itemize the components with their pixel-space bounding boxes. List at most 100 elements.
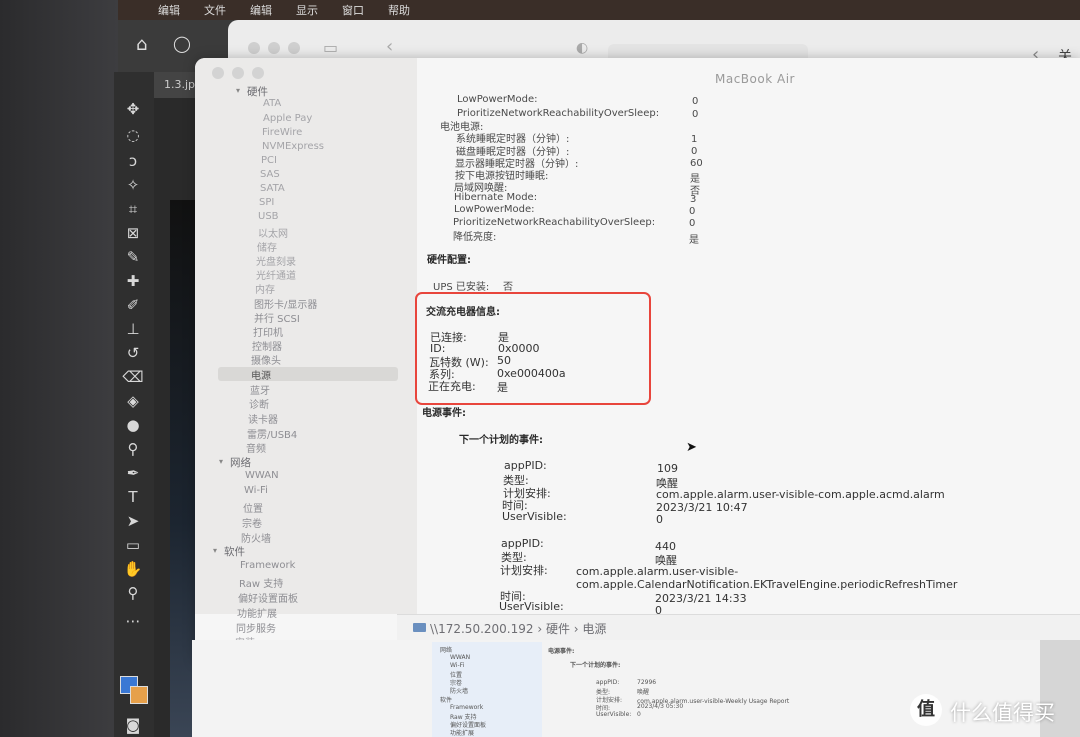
menu-item[interactable]: 帮助 [388,2,410,18]
setting-value: 0 [691,146,698,157]
menu-item[interactable]: 文件 [204,2,226,18]
sidebar-category-software[interactable]: 软件 [224,544,245,559]
history-brush-icon[interactable]: ↺ [122,344,144,362]
lasso-tool-icon[interactable]: ↄ [122,152,144,170]
sidebar-item[interactable]: FireWire [262,127,302,138]
sidebar-item[interactable]: NVMExpress [262,141,324,152]
menu-item[interactable]: 编辑 [158,2,180,18]
background-color-swatch[interactable] [130,686,148,704]
sidebar-item[interactable]: PCI [261,155,277,166]
event-value: 2023/3/21 14:33 [655,592,747,605]
sidebar-item[interactable]: 摄像头 [251,352,281,367]
zoom-icon[interactable] [288,42,300,54]
zoom-tool-icon[interactable]: ⚲ [122,584,144,602]
frame-tool-icon[interactable]: ⊠ [122,224,144,242]
home-icon[interactable]: ⌂ [136,34,147,55]
quick-mask-icon[interactable]: ◙ [122,716,144,734]
sidebar-item[interactable]: 读卡器 [248,411,278,426]
sidebar-item[interactable]: 储存 [257,239,277,254]
disclosure-triangle-icon[interactable]: ▾ [219,457,223,466]
sidebar-item[interactable]: 雷雳/USB4 [247,426,297,441]
sidebar-item[interactable]: 打印机 [253,324,283,339]
back-arrow-icon[interactable]: ‹ [386,36,393,57]
sidebar-toggle-icon[interactable]: ▭ [323,38,338,57]
close-button[interactable] [212,67,224,79]
sidebar-item[interactable]: Framework [240,560,295,571]
bucket-icon[interactable]: ◈ [122,392,144,410]
sidebar-item[interactable]: 控制器 [252,338,282,353]
sidebar-item[interactable]: Wi-Fi [244,485,268,496]
sidebar-item[interactable]: 功能扩展 [237,605,277,620]
menu-item[interactable]: 窗口 [342,2,364,18]
event-value: com.apple.alarm.user-visible-com.apple.a… [656,488,945,501]
event-value: 2023/3/21 10:47 [656,501,748,514]
rectangle-tool-icon[interactable]: ▭ [122,536,144,554]
sidebar-item[interactable]: 诊断 [249,396,269,411]
sidebar-item[interactable]: 光盘刻录 [256,253,296,268]
sidebar-item[interactable]: 音频 [246,440,266,455]
setting-label: Hibernate Mode: [454,192,538,203]
sidebar-item[interactable]: SATA [260,183,285,194]
setting-value: 0 [692,96,699,107]
computer-icon [413,623,426,632]
photoshop-menubar: 编辑 文件 编辑 显示 窗口 帮助 [118,0,1080,20]
sidebar-item[interactable]: 蓝牙 [250,382,270,397]
sidebar-item-selected[interactable]: 电源 [251,367,271,382]
setting-value: 3 [690,194,697,205]
sidebar-item[interactable]: 偏好设置面板 [238,590,298,605]
disclosure-triangle-icon[interactable]: ▾ [236,86,240,95]
hand-tool-icon[interactable]: ✋ [122,560,144,578]
sidebar-item[interactable]: Apple Pay [263,113,312,124]
sidebar-category-network[interactable]: 网络 [230,455,251,470]
sidebar-item[interactable]: 内存 [255,281,275,296]
more-tools-icon[interactable]: ⋯ [122,612,144,630]
sidebar-item[interactable]: WWAN [245,470,279,481]
minimize-icon[interactable] [268,42,280,54]
eraser-icon[interactable]: ⌫ [122,368,144,386]
dodge-tool-icon[interactable]: ⚲ [122,440,144,458]
setting-label: UPS 已安装: [433,282,490,293]
sidebar-item[interactable]: SAS [260,169,280,180]
sidebar-item[interactable]: USB [258,211,279,222]
disclosure-triangle-icon[interactable]: ▾ [213,546,217,555]
section-header: 下一个计划的事件: [459,435,543,446]
sidebar-item[interactable]: 图形卡/显示器 [254,296,317,311]
shield-icon: ◐ [576,40,589,56]
marquee-tool-icon[interactable]: ◌ [122,126,144,144]
path-breadcrumb[interactable]: \\172.50.200.192 › 硬件 › 电源 [430,620,606,637]
menu-item[interactable]: 编辑 [250,2,272,18]
sidebar-item[interactable]: 宗卷 [242,515,262,530]
magic-wand-icon[interactable]: ✧ [122,176,144,194]
eyedropper-icon[interactable]: ✎ [122,248,144,266]
close-icon[interactable] [248,42,260,54]
brush-tool-icon[interactable]: ✐ [122,296,144,314]
setting-value: 是 [689,235,699,246]
sidebar-item[interactable]: ATA [263,98,281,109]
menu-item[interactable]: 显示 [296,2,318,18]
sidebar-item[interactable]: 防火墙 [241,530,271,545]
type-tool-icon[interactable]: T [122,488,144,506]
setting-value: 60 [690,158,703,169]
sidebar-item[interactable]: 位置 [243,500,263,515]
sidebar-item[interactable]: Raw 支持 [239,575,283,590]
sidebar-item[interactable]: SPI [259,197,274,208]
crop-tool-icon[interactable]: ⌗ [122,200,144,218]
sidebar-category-hardware[interactable]: 硬件 [247,84,268,99]
sidebar-selection-highlight [218,367,398,381]
minimize-button[interactable] [232,67,244,79]
healing-brush-icon[interactable]: ✚ [122,272,144,290]
reflected-sidebar-item: 网络 [440,647,453,654]
pen-tool-icon[interactable]: ✒ [122,464,144,482]
sidebar-item[interactable]: 并行 SCSI [254,310,300,325]
sidebar-item[interactable]: 同步服务 [236,620,276,635]
sidebar-item[interactable]: 光纤通道 [256,267,296,282]
move-tool-icon[interactable]: ✥ [122,100,144,118]
select-tool-icon[interactable]: ➤ [122,512,144,530]
lasso-icon[interactable]: ◯ [173,34,191,53]
zoom-button[interactable] [252,67,264,79]
mouse-cursor-icon: ➤ [686,440,697,455]
stamp-tool-icon[interactable]: ⊥ [122,320,144,338]
sidebar-item[interactable]: 以太网 [258,225,288,240]
reflected-sidebar-item: 功能扩展 [450,730,475,737]
blur-tool-icon[interactable]: ● [122,416,144,434]
